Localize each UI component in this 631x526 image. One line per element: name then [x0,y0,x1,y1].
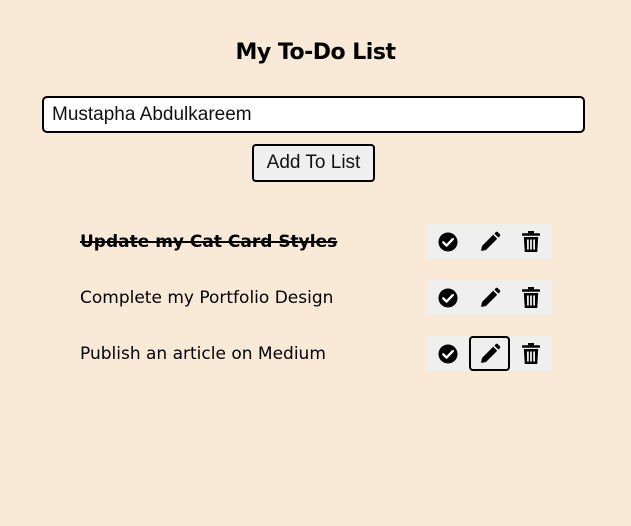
todo-input[interactable] [42,96,585,133]
todo-text: Complete my Portfolio Design [80,288,334,308]
delete-button[interactable] [510,336,552,371]
check-circle-icon [438,344,458,363]
pencil-icon [480,343,500,363]
complete-button[interactable] [427,224,469,259]
page-title: My To-Do List [235,40,396,65]
complete-button[interactable] [427,280,469,315]
add-to-list-button[interactable]: Add To List [252,144,375,182]
todo-item: Update my Cat Card Styles [80,223,552,279]
todo-list: Update my Cat Card Styles Complete my Po… [80,223,552,391]
trash-icon [522,231,541,252]
todo-actions [427,280,552,315]
delete-button[interactable] [510,224,552,259]
complete-button[interactable] [427,336,469,371]
todo-text: Publish an article on Medium [80,344,326,364]
pencil-icon [480,287,500,307]
delete-button[interactable] [510,280,552,315]
check-circle-icon [438,232,458,251]
todo-item: Complete my Portfolio Design [80,279,552,335]
pencil-icon [480,231,500,251]
edit-button[interactable] [468,336,511,371]
edit-button[interactable] [469,280,511,315]
todo-actions [427,224,552,259]
trash-icon [522,343,541,364]
todo-text: Update my Cat Card Styles [80,232,338,252]
todo-actions [427,336,552,371]
edit-button[interactable] [469,224,511,259]
check-circle-icon [438,288,458,307]
trash-icon [522,287,541,308]
todo-item: Publish an article on Medium [80,335,552,391]
